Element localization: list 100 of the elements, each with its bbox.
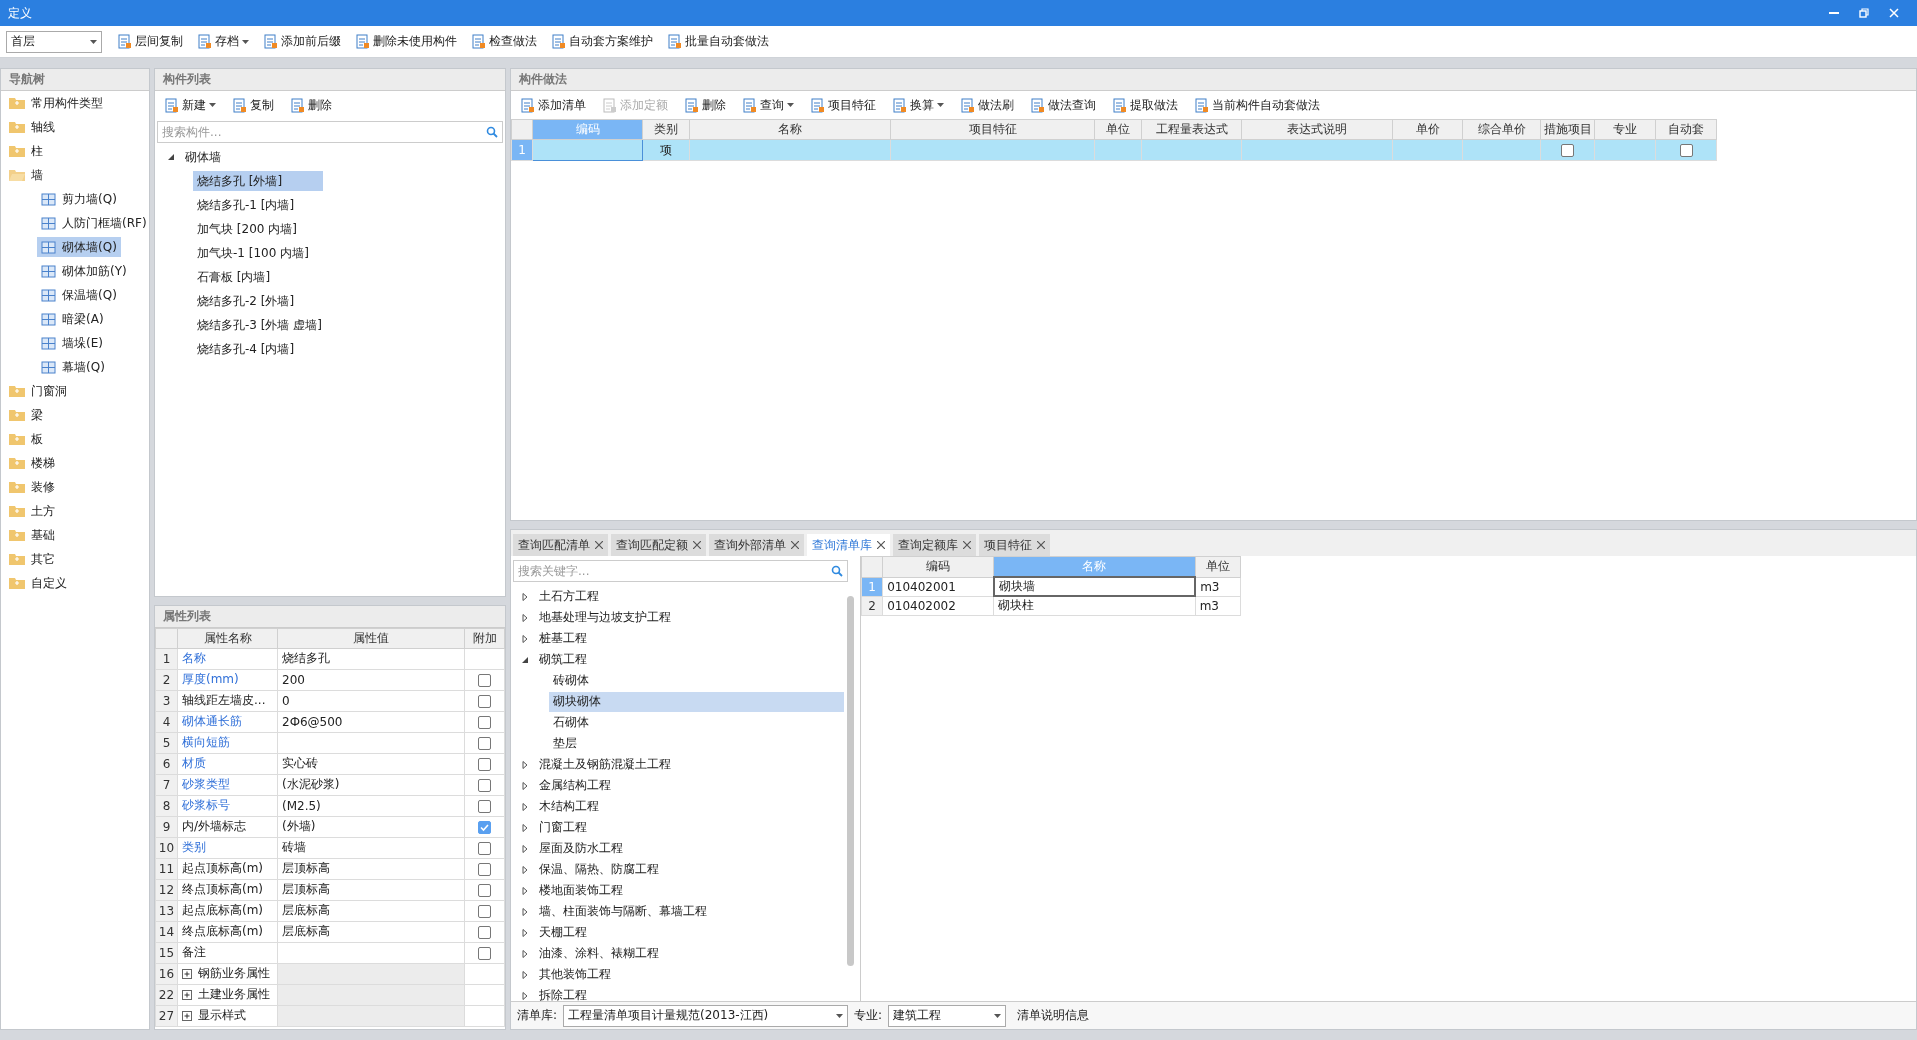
tree-item[interactable]: 板: [5, 429, 47, 449]
tree-item[interactable]: 其他装饰工程: [535, 964, 615, 985]
library-select[interactable]: 工程量清单项目计量规范(2013-江西): [563, 1004, 849, 1027]
checkbox[interactable]: [478, 883, 491, 897]
tree-item[interactable]: 墙垛(E): [37, 333, 107, 353]
expand-icon[interactable]: [521, 592, 529, 601]
expand-icon[interactable]: [521, 802, 529, 811]
tree-item[interactable]: 柱: [5, 141, 47, 161]
tree-item[interactable]: 人防门框墙(RF): [37, 213, 149, 233]
checkbox[interactable]: [478, 820, 491, 834]
tree-item[interactable]: 油漆、涂料、裱糊工程: [535, 943, 663, 964]
close-icon[interactable]: [693, 541, 701, 550]
collapse-icon[interactable]: [521, 655, 529, 664]
tree-item[interactable]: 楼地面装饰工程: [535, 880, 627, 901]
tree-item[interactable]: 混凝土及钢筋混凝土工程: [535, 754, 675, 775]
expand-icon[interactable]: [521, 949, 529, 958]
checkbox[interactable]: [478, 715, 491, 729]
tree-item[interactable]: 梁: [5, 405, 47, 425]
expand-icon[interactable]: [521, 970, 529, 979]
close-icon[interactable]: [791, 541, 799, 550]
tree-item[interactable]: 楼梯: [5, 453, 59, 473]
tree-item[interactable]: 剪力墙(Q): [37, 189, 121, 209]
tree-item[interactable]: 其它: [5, 549, 59, 569]
tree-item[interactable]: 自定义: [5, 573, 71, 593]
floor-select[interactable]: 首层: [6, 30, 102, 53]
tree-item[interactable]: 砌筑工程: [535, 649, 591, 670]
tree-item[interactable]: 垫层: [549, 733, 581, 754]
specialty-select[interactable]: 建筑工程: [888, 1004, 1007, 1027]
tree-item[interactable]: 天棚工程: [535, 922, 591, 943]
tree-item[interactable]: 砌体墙(Q): [37, 237, 121, 257]
tree-item[interactable]: 加气块-1 [100 内墙]: [193, 243, 313, 263]
tree-item[interactable]: 砌体加筋(Y): [37, 261, 131, 281]
tree-item[interactable]: 砌体墙: [181, 147, 225, 167]
tree-item[interactable]: 墙: [5, 165, 47, 185]
checkbox[interactable]: [478, 799, 491, 813]
collapse-icon[interactable]: [167, 153, 175, 161]
scrollbar[interactable]: [847, 596, 854, 967]
tree-item[interactable]: 烧结多孔 [外墙]: [193, 171, 323, 191]
expand-icon[interactable]: [182, 1010, 192, 1021]
expand-icon[interactable]: [521, 781, 529, 790]
tree-item[interactable]: 土方: [5, 501, 59, 521]
tree-item[interactable]: 门窗洞: [5, 381, 71, 401]
checkbox[interactable]: [478, 946, 491, 960]
tree-item[interactable]: 烧结多孔-3 [外墙 虚墙]: [193, 315, 326, 335]
tree-item[interactable]: 屋面及防水工程: [535, 838, 627, 859]
tree-item[interactable]: 保温墙(Q): [37, 285, 121, 305]
expand-icon[interactable]: [521, 865, 529, 874]
expand-icon[interactable]: [521, 634, 529, 643]
tree-item[interactable]: 加气块 [200 内墙]: [193, 219, 301, 239]
close-icon[interactable]: [963, 541, 971, 550]
tree-item[interactable]: 装修: [5, 477, 59, 497]
expand-icon[interactable]: [521, 991, 529, 1000]
tab[interactable]: 查询外部清单: [709, 534, 804, 557]
tab[interactable]: 查询匹配定额: [611, 534, 706, 557]
tree-item[interactable]: 砖砌体: [549, 670, 593, 691]
tree-item[interactable]: 烧结多孔-2 [外墙]: [193, 291, 299, 311]
tab[interactable]: 项目特征: [979, 534, 1050, 557]
checkbox[interactable]: [1561, 144, 1574, 157]
checkbox[interactable]: [478, 694, 491, 708]
close-icon[interactable]: [595, 541, 603, 550]
tab[interactable]: 查询定额库: [893, 534, 976, 557]
close-icon[interactable]: [1037, 541, 1045, 550]
checkbox[interactable]: [478, 925, 491, 939]
expand-icon[interactable]: [521, 886, 529, 895]
tree-item[interactable]: 轴线: [5, 117, 59, 137]
tree-item[interactable]: 石砌体: [549, 712, 593, 733]
checkbox[interactable]: [478, 673, 491, 687]
checkbox[interactable]: [478, 778, 491, 792]
tab[interactable]: 查询匹配清单: [513, 534, 608, 557]
tree-item[interactable]: 石膏板 [内墙]: [193, 267, 275, 287]
checkbox[interactable]: [478, 841, 491, 855]
checkbox[interactable]: [478, 904, 491, 918]
expand-icon[interactable]: [521, 907, 529, 916]
checkbox[interactable]: [1679, 144, 1693, 157]
tree-item[interactable]: 基础: [5, 525, 59, 545]
tree-item[interactable]: 幕墙(Q): [37, 357, 109, 377]
checkbox[interactable]: [478, 736, 491, 750]
tree-item[interactable]: 常用构件类型: [5, 93, 107, 113]
expand-icon[interactable]: [521, 823, 529, 832]
expand-icon[interactable]: [521, 613, 529, 622]
tree-item[interactable]: 门窗工程: [535, 817, 591, 838]
tree-item[interactable]: 墙、柱面装饰与隔断、幕墙工程: [535, 901, 711, 922]
tree-item[interactable]: 地基处理与边坡支护工程: [535, 607, 675, 628]
tree-item[interactable]: 桩基工程: [535, 628, 591, 649]
tab[interactable]: 查询清单库: [807, 534, 890, 557]
tree-item[interactable]: 金属结构工程: [535, 775, 615, 796]
expand-icon[interactable]: [521, 928, 529, 937]
expand-icon[interactable]: [521, 844, 529, 853]
tree-item[interactable]: 土石方工程: [535, 586, 603, 607]
tree-item[interactable]: 保温、隔热、防腐工程: [535, 859, 663, 880]
tree-item[interactable]: 烧结多孔-1 [内墙]: [193, 195, 299, 215]
tree-item[interactable]: 暗梁(A): [37, 309, 108, 329]
tree-item[interactable]: 烧结多孔-4 [内墙]: [193, 339, 299, 359]
checkbox[interactable]: [478, 862, 491, 876]
checkbox[interactable]: [478, 757, 491, 771]
expand-icon[interactable]: [182, 989, 192, 1000]
expand-icon[interactable]: [182, 968, 192, 979]
tree-item[interactable]: 拆除工程: [535, 985, 591, 1001]
tree-item[interactable]: 砌块砌体: [549, 691, 844, 712]
expand-icon[interactable]: [521, 760, 529, 769]
